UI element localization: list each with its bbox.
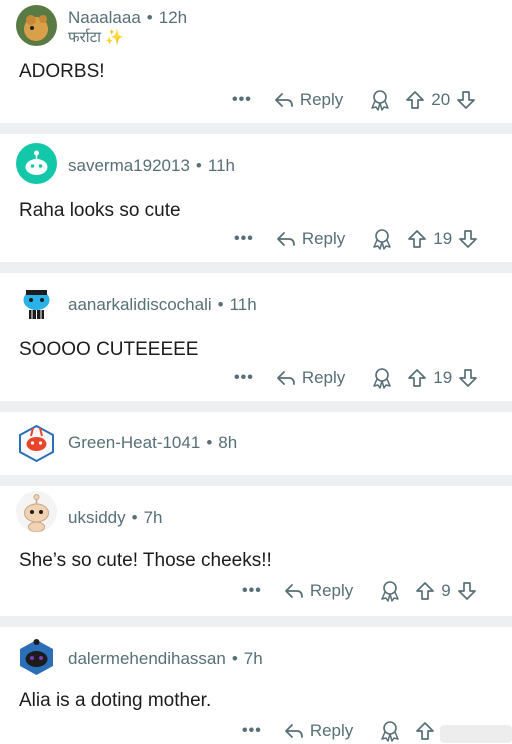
reply-icon (284, 584, 303, 598)
comment-actions: ••• Reply 19 (234, 365, 478, 391)
comment-actions: ••• Reply 9 (242, 578, 477, 604)
downvote-icon[interactable] (457, 581, 477, 601)
comment-actions: ••• Reply 20 (232, 87, 476, 113)
comment-age: 11h (229, 295, 257, 314)
reply-label: Reply (299, 90, 344, 109)
downvote-icon[interactable] (458, 368, 478, 388)
upvote-icon[interactable] (407, 229, 427, 249)
comment-text: Alia is a doting mother. (19, 690, 212, 711)
user-avatar[interactable] (16, 422, 57, 463)
comment-4-collapsed[interactable]: Green-Heat-1041 • 8h (0, 412, 512, 475)
comment-6: dalermehendihassan • 7h Alia is a doting m… (0, 627, 512, 743)
upvote-icon[interactable] (415, 581, 435, 601)
comment-meta: dalermehendihassan • 7h (68, 649, 263, 668)
reply-label: Reply (309, 721, 354, 740)
vote-count: 19 (433, 368, 453, 387)
comment-age: 12h (158, 8, 188, 27)
user-avatar[interactable] (16, 280, 57, 321)
comment-separator (0, 401, 512, 412)
vote-count: 19 (433, 229, 453, 248)
award-icon[interactable] (371, 367, 393, 389)
more-options-button[interactable]: ••• (234, 369, 254, 387)
more-options-button[interactable]: ••• (234, 230, 254, 248)
username[interactable]: Green-Heat-1041 (68, 433, 200, 452)
comment-1: Naaalaaa • 12h फर्राटा ✨ ADORBS! ••• Reply… (0, 0, 512, 123)
comment-meta: saverma192013 • 11h (68, 156, 235, 175)
comment-age: 8h (218, 433, 238, 452)
more-options-button[interactable]: ••• (242, 582, 262, 600)
comment-2: saverma192013 • 11h Raha looks so cute •••… (0, 134, 512, 262)
reply-button[interactable]: Reply (276, 368, 345, 388)
vote-count: 9 (441, 581, 451, 600)
award-icon[interactable] (369, 89, 391, 111)
reply-button[interactable]: Reply (284, 581, 353, 601)
username[interactable]: uksiddy (68, 508, 126, 527)
more-options-button[interactable]: ••• (242, 722, 262, 740)
comment-meta: aanarkalidiscochali • 11h (68, 295, 257, 314)
overlay-bar (440, 725, 512, 743)
reply-button[interactable]: Reply (284, 721, 353, 741)
user-avatar[interactable] (16, 143, 57, 184)
comment-actions: ••• Reply 19 (234, 226, 478, 252)
comment-actions: ••• Reply (242, 718, 435, 744)
username[interactable]: aanarkalidiscochali (68, 295, 212, 314)
reply-icon (284, 724, 303, 738)
award-icon[interactable] (379, 720, 401, 742)
comment-age: 7h (243, 649, 263, 668)
sparkles-icon: ✨ (105, 29, 124, 46)
comment-text: ADORBS! (19, 61, 105, 82)
user-avatar[interactable] (16, 491, 57, 532)
award-icon[interactable] (379, 580, 401, 602)
award-icon[interactable] (371, 228, 393, 250)
reply-label: Reply (309, 581, 354, 600)
reply-icon (274, 93, 293, 107)
comment-separator (0, 475, 512, 486)
comment-meta: Naaalaaa • 12h (68, 8, 188, 27)
comment-meta: uksiddy • 7h (68, 508, 163, 527)
comment-text: She’s so cute! Those cheeks!! (19, 550, 272, 571)
upvote-icon[interactable] (415, 721, 435, 741)
reply-label: Reply (301, 368, 346, 387)
comment-separator (0, 262, 512, 273)
comment-5: uksiddy • 7h She’s so cute! Those cheeks!!… (0, 486, 512, 616)
username[interactable]: dalermehendihassan (68, 649, 226, 668)
reply-button[interactable]: Reply (276, 229, 345, 249)
comment-meta: Green-Heat-1041 • 8h (68, 433, 238, 452)
reply-button[interactable]: Reply (274, 90, 343, 110)
upvote-icon[interactable] (407, 368, 427, 388)
user-avatar[interactable] (16, 5, 57, 46)
downvote-icon[interactable] (456, 90, 476, 110)
user-flair: फर्राटा ✨ (68, 29, 124, 46)
user-avatar[interactable] (16, 636, 57, 677)
comment-separator (0, 616, 512, 627)
upvote-icon[interactable] (405, 90, 425, 110)
username[interactable]: Naaalaaa (68, 8, 141, 27)
vote-count: 20 (431, 90, 451, 109)
reply-label: Reply (301, 229, 346, 248)
downvote-icon[interactable] (458, 229, 478, 249)
comment-age: 11h (207, 156, 235, 175)
comment-age: 7h (143, 508, 163, 527)
comment-text: SOOOO CUTEEEEE (19, 339, 199, 360)
comment-3: aanarkalidiscochali • 11h SOOOO CUTEEEEE •… (0, 273, 512, 401)
comment-text: Raha looks so cute (19, 200, 181, 221)
username[interactable]: saverma192013 (68, 156, 190, 175)
reply-icon (276, 232, 295, 246)
comment-separator (0, 123, 512, 134)
more-options-button[interactable]: ••• (232, 91, 252, 109)
reply-icon (276, 371, 295, 385)
